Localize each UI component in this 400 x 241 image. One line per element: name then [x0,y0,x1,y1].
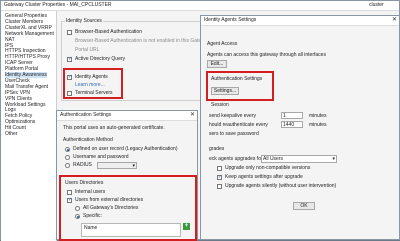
browser-auth-note: Browser-Based Authentication is not enab… [75,38,211,44]
session-title: Session [211,102,229,108]
keep-settings-checkbox[interactable] [217,174,222,180]
browser-auth-checkbox[interactable] [67,30,72,35]
agent-access-desc: Agents can access this gateway through a… [207,52,326,58]
chevron-down-icon: ▾ [332,156,335,162]
radio-userpass-label: Username and password [73,154,129,160]
upgrade-noncompat-label: Upgrade only non-compatible versions [225,165,311,171]
radio-specific[interactable] [75,214,80,219]
radio-defined-label: Defined on user record (Legacy Authentic… [73,146,178,152]
category-tree: General Properties Cluster Members Cluster… [1,11,57,241]
specific-label: Specific: [83,213,102,219]
auth-settings-highlight [206,71,274,101]
radio-defined-on-user[interactable] [65,147,70,152]
identity-sources-title: Identity Sources [65,18,103,24]
authentication-settings-dialog: Authentication Settings ✕ This portal us… [56,110,198,241]
identity-agents-dialog: Identity Agents Settings ✕ Agent Access … [200,15,400,240]
external-users-label: Users from external directories [75,197,144,203]
ok-button[interactable]: OK [293,202,315,210]
cert-note: This portal uses an auto-generated certi… [63,125,165,131]
keep-settings-label: Keep agents settings after upgrade [225,174,303,180]
keepalive-label: send keepalive every [209,113,256,119]
internal-users-label: Internal users [75,189,106,195]
auth-titlebar: Authentication Settings ✕ [57,111,197,121]
portal-url-label: Portal URL [75,47,100,53]
upgrade-users-select[interactable]: All Users ▾ [261,155,337,163]
upgrade-silently-checkbox[interactable] [217,184,222,189]
column-name: Name [84,225,98,231]
upgrade-noncompat-checkbox[interactable] [217,166,222,171]
browser-auth-label: Browser-Based Authentication [75,29,142,35]
chevron-down-icon: ▾ [132,163,135,169]
main-titlebar: Gateway Cluster Properties - MAI_CPCLUST… [1,1,399,11]
directories-table[interactable]: Name [81,223,181,237]
agents-dialog-title: Identity Agents Settings [204,17,257,23]
agents-titlebar: Identity Agents Settings ✕ [201,16,399,26]
radio-radius-label: RADIUS [73,162,92,168]
reauth-input[interactable]: 1440 [281,121,303,128]
keepalive-input[interactable]: 1 [281,112,303,119]
close-icon[interactable]: ✕ [392,16,397,25]
close-icon[interactable]: ✕ [190,111,195,120]
user-dirs-title: Users Directories [65,180,104,186]
agent-access-title: Agent Access [207,41,238,47]
main-window-title: Gateway Cluster Properties - MAI_CPCLUST… [4,2,112,8]
keepalive-unit: minutes [309,113,327,119]
tree-item[interactable]: Other [5,131,18,137]
upgrade-check-label: eck agents upgrades for [209,156,263,162]
upgrade-users-value: All Users [263,156,284,162]
add-icon[interactable]: + [183,223,190,230]
upgrades-title: grades [209,146,225,152]
radio-radius[interactable] [65,163,70,168]
radius-select[interactable]: ▾ [97,162,137,169]
reauth-unit: minutes [309,122,327,128]
edit-button[interactable]: Edit... [207,60,227,68]
reauth-label: hould reauthenticate every [209,122,268,128]
internal-users-checkbox[interactable] [67,190,72,195]
auth-method-title: Authentication Method [63,137,113,143]
save-password-label: sers to save password [209,131,259,137]
radio-username-password[interactable] [65,155,70,160]
ad-query-checkbox[interactable] [67,56,72,62]
radio-all-gw-dirs[interactable] [75,206,80,211]
main-title-right: cluster [369,2,384,8]
external-users-checkbox[interactable] [67,197,72,203]
auth-dialog-title: Authentication Settings [60,112,112,118]
ad-query-label: Active Directory Query [75,56,126,62]
identity-agents-highlight [63,68,123,99]
upgrade-silently-label: Upgrade agents silently (without user in… [225,183,337,189]
all-gw-dirs-label: All Gateway's Directories [83,205,139,211]
